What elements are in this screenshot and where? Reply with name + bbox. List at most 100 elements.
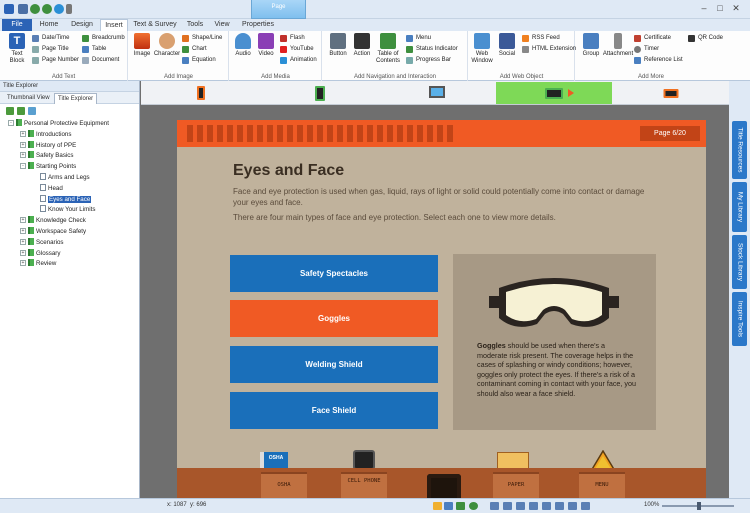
text-block-button[interactable]: T Text Block [4, 33, 30, 65]
social-button[interactable]: Social [494, 33, 520, 58]
toc-button[interactable]: Table of Contents [373, 33, 403, 65]
action-button[interactable]: Action [349, 33, 375, 58]
equation-button[interactable]: Equation [182, 56, 216, 65]
minimize-button[interactable]: – [697, 2, 711, 14]
tree-node[interactable]: - Personal Protective Equipment [8, 119, 109, 129]
attachment-button[interactable]: Attachment [602, 33, 634, 58]
tree-expander-icon[interactable]: - [8, 120, 14, 126]
tree-node[interactable]: - Starting Points [20, 162, 76, 172]
option-goggles[interactable]: Goggles [230, 300, 438, 337]
tree-expander-icon[interactable]: - [20, 163, 26, 170]
tree-node[interactable]: Head [32, 183, 63, 194]
tree-expander-icon[interactable]: + [20, 217, 26, 224]
tab-text-survey[interactable]: Text & Survey [130, 19, 180, 31]
tab-title-resources[interactable]: Title Resources [732, 121, 747, 179]
table-button[interactable]: Table [82, 45, 106, 54]
tab-my-library[interactable]: My Library [732, 182, 747, 232]
web-window-button[interactable]: Web Window [469, 33, 495, 65]
option-welding-shield[interactable]: Welding Shield [230, 346, 438, 383]
button-button[interactable]: Button [325, 33, 351, 58]
redo-icon[interactable] [42, 4, 52, 14]
option-safety-spectacles[interactable]: Safety Spectacles [230, 255, 438, 292]
close-button[interactable]: ✕ [729, 2, 743, 14]
rss-feed-button[interactable]: RSS Feed [522, 34, 560, 43]
tree-expander-icon[interactable]: + [20, 141, 26, 148]
device-tablet-portrait[interactable] [261, 82, 379, 104]
tree-node[interactable]: + Review [20, 259, 56, 269]
animation-button[interactable]: Animation [280, 56, 317, 65]
device-phone-landscape[interactable] [612, 82, 729, 104]
tab-inspire-tools[interactable]: Inspire Tools [732, 292, 747, 346]
tree-node[interactable]: + History of PPE [20, 140, 76, 151]
chart-button[interactable]: Chart [182, 45, 207, 54]
page-title-button[interactable]: Page Title [32, 45, 69, 54]
page-number-button[interactable]: Page Number [32, 56, 79, 65]
date-time-button[interactable]: Date/Time [32, 34, 69, 43]
layout-icon-7[interactable] [568, 502, 577, 510]
save-icon[interactable] [18, 4, 28, 14]
add-page-icon[interactable] [28, 107, 36, 115]
tab-view[interactable]: View [210, 19, 234, 31]
certificate-button[interactable]: Certificate [634, 34, 671, 43]
zoom-slider-handle[interactable] [697, 502, 701, 510]
layout-icon-1[interactable] [490, 502, 499, 510]
tab-thumbnail-view[interactable]: Thumbnail View [4, 93, 53, 104]
toolbox-handle-icon[interactable] [427, 474, 461, 498]
status-indicator-button[interactable]: Status Indicator [406, 45, 458, 54]
shape-line-button[interactable]: Shape/Line [182, 34, 222, 43]
tree-expander-icon[interactable]: + [20, 238, 26, 245]
tree-expander-icon[interactable]: + [20, 228, 26, 234]
undo-icon[interactable] [30, 4, 40, 14]
shelf-drawer-cell-phone[interactable] [341, 472, 387, 498]
add-section-icon[interactable] [17, 107, 25, 115]
add-chapter-icon[interactable] [6, 107, 14, 115]
flash-button[interactable]: Flash [280, 34, 305, 43]
cell-phone-icon[interactable] [353, 450, 375, 470]
tree-expander-icon[interactable]: + [20, 130, 26, 137]
tab-stock-library[interactable]: Stock Library [732, 235, 747, 289]
preview-mode-icon[interactable] [456, 502, 465, 510]
video-button[interactable]: Video [253, 33, 279, 58]
tree-node[interactable]: + Workspace Safety [20, 227, 86, 237]
customize-icon[interactable] [66, 4, 72, 14]
tree-node[interactable]: + Scenarios [20, 237, 64, 248]
tab-home[interactable]: Home [34, 19, 64, 31]
tab-properties[interactable]: Properties [240, 19, 276, 31]
qr-code-button[interactable]: QR Code [688, 34, 723, 43]
tree-node[interactable]: + Knowledge Check [20, 216, 86, 226]
option-face-shield[interactable]: Face Shield [230, 392, 438, 429]
tree-expander-icon[interactable]: + [20, 249, 26, 256]
snap-icon[interactable] [444, 502, 453, 510]
tree-node[interactable]: + Introductions [20, 129, 71, 140]
tree-expander-icon[interactable]: + [20, 152, 26, 159]
tree-node[interactable]: + Safety Basics [20, 151, 74, 161]
device-desktop[interactable] [379, 82, 495, 104]
grid-icon[interactable] [433, 502, 442, 510]
breadcrumb-button[interactable]: Breadcrumb [82, 34, 125, 43]
tab-tools[interactable]: Tools [182, 19, 208, 31]
tree-node[interactable]: Know Your Limits [32, 205, 95, 215]
layout-icon-2[interactable] [503, 502, 512, 510]
tree-expander-icon[interactable]: + [20, 260, 26, 267]
tree-node[interactable]: Arms and Legs [32, 173, 90, 183]
tab-insert[interactable]: Insert [100, 19, 128, 31]
tab-title-explorer[interactable]: Title Explorer [54, 93, 98, 104]
reference-list-button[interactable]: Reference List [634, 56, 683, 65]
document-button[interactable]: Document [82, 56, 119, 65]
layout-icon-4[interactable] [529, 502, 538, 510]
layout-icon-5[interactable] [542, 502, 551, 510]
preview-icon[interactable] [54, 4, 64, 14]
layout-icon-6[interactable] [555, 502, 564, 510]
tab-file[interactable]: File [2, 19, 32, 31]
menu-button[interactable]: Menu [406, 34, 431, 43]
timer-button[interactable]: Timer [634, 45, 659, 54]
youtube-button[interactable]: YouTube [280, 45, 314, 54]
tab-design[interactable]: Design [66, 19, 98, 31]
tree-node[interactable]: + Glossary [20, 248, 60, 259]
character-button[interactable]: Character [152, 33, 182, 58]
layout-icon-3[interactable] [516, 502, 525, 510]
maximize-button[interactable]: □ [713, 2, 727, 14]
progress-bar-button[interactable]: Progress Bar [406, 56, 451, 65]
publish-icon[interactable] [469, 502, 478, 510]
layout-icon-8[interactable] [581, 502, 590, 510]
